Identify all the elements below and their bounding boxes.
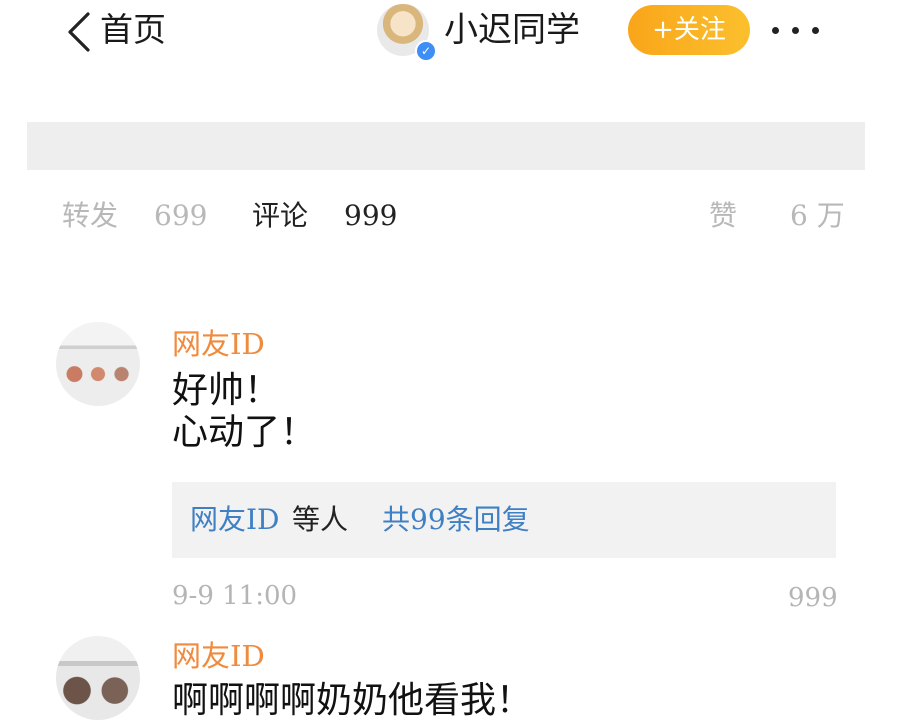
tab-comment[interactable]: 评论 bbox=[252, 194, 308, 238]
follow-button[interactable]: +关注 bbox=[628, 5, 750, 55]
comment-timestamp: 9-9 11:00 bbox=[172, 581, 298, 611]
back-label[interactable]: 首页 bbox=[100, 8, 166, 52]
comment-count: 999 bbox=[344, 199, 398, 232]
comment-text: 好帅！ 心动了！ bbox=[172, 370, 317, 453]
content-divider-band bbox=[27, 122, 865, 170]
commenter-id[interactable]: 网友ID bbox=[172, 636, 265, 676]
commenter-id[interactable]: 网友ID bbox=[172, 324, 265, 364]
view-replies-link[interactable]: 共99条回复 bbox=[382, 500, 530, 540]
like-count: 6 万 bbox=[790, 199, 845, 232]
tab-repost[interactable]: 转发 bbox=[62, 194, 118, 238]
author-nickname[interactable]: 小迟同学 bbox=[444, 8, 580, 52]
reply-suffix-text: 等人 bbox=[292, 503, 349, 536]
reply-user-link[interactable]: 网友ID bbox=[190, 500, 280, 540]
more-options-button[interactable] bbox=[768, 10, 824, 50]
chevron-left-icon bbox=[68, 12, 90, 52]
repost-count: 699 bbox=[154, 199, 208, 232]
comment-like-count[interactable]: 999 bbox=[788, 580, 838, 616]
commenter-avatar[interactable] bbox=[56, 322, 140, 406]
commenter-avatar[interactable] bbox=[56, 636, 140, 720]
verified-badge-icon: ✓ bbox=[415, 40, 437, 62]
tab-like[interactable]: 赞 bbox=[709, 194, 737, 238]
back-button[interactable] bbox=[64, 10, 104, 54]
comment-text: 啊啊啊啊奶奶他看我！ bbox=[172, 680, 533, 721]
